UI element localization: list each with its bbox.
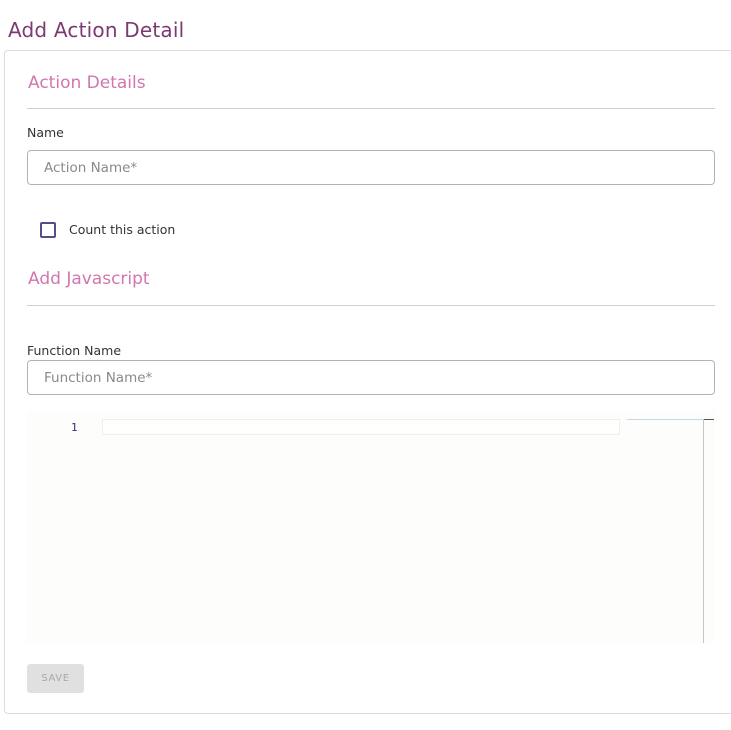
javascript-divider (27, 305, 715, 306)
add-javascript-heading: Add Javascript (28, 269, 150, 289)
count-action-label: Count this action (69, 222, 176, 237)
name-label: Name (27, 125, 64, 140)
action-details-heading: Action Details (28, 73, 146, 93)
action-detail-card: Action Details Name Count this action Ad… (4, 50, 731, 714)
editor-scroll-indicator (627, 419, 703, 420)
code-editor[interactable]: 1 (27, 411, 715, 643)
count-action-checkbox[interactable] (40, 222, 56, 238)
action-details-divider (27, 108, 715, 109)
editor-scroll-marker (704, 419, 714, 420)
editor-line-number: 1 (71, 421, 78, 434)
function-name-input[interactable] (27, 360, 715, 395)
page-title: Add Action Detail (8, 18, 185, 43)
editor-scrollbar[interactable] (703, 419, 704, 643)
save-button[interactable]: SAVE (27, 664, 84, 693)
action-name-input[interactable] (27, 150, 715, 185)
function-name-label: Function Name (27, 343, 122, 358)
editor-active-line[interactable] (102, 419, 620, 435)
